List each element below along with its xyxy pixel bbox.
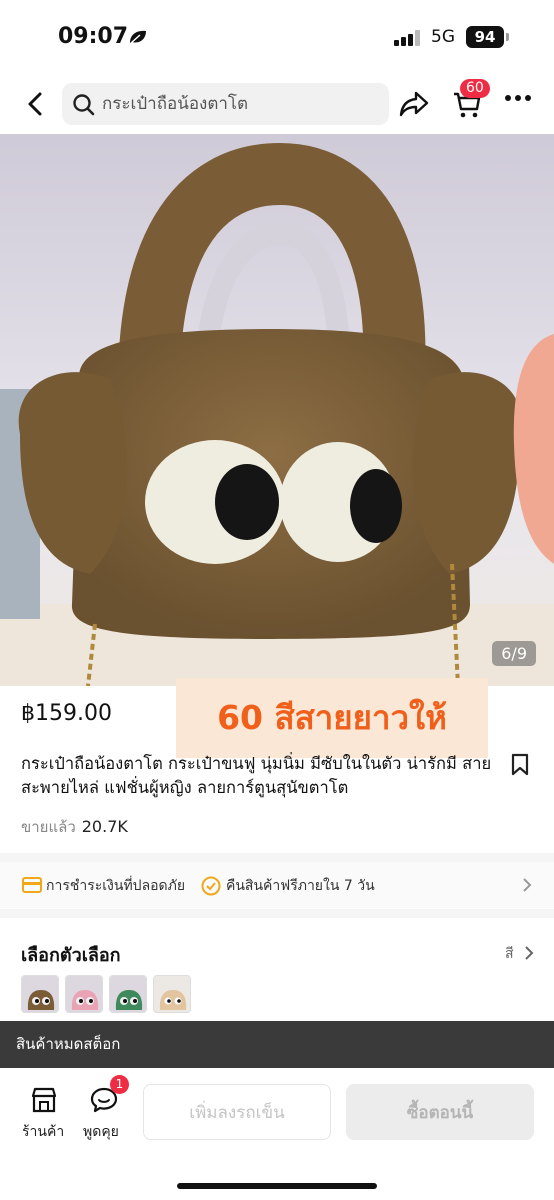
bag-thumbnail-icon — [66, 976, 102, 1012]
variant-swatch-pink[interactable] — [65, 975, 103, 1013]
product-price: ฿159.00 — [21, 701, 112, 726]
image-counter: 6/9 — [492, 641, 536, 666]
signal-icon — [394, 30, 420, 46]
out-of-stock-banner: สินค้าหมดสต็อก — [0, 1021, 554, 1068]
secure-payment-label: การชำระเงินที่ปลอดภัย — [46, 878, 186, 894]
chat-unread-badge: 1 — [110, 1075, 129, 1094]
promo-banner: 60 สีสายยาวให้ — [176, 678, 488, 758]
bag-thumbnail-icon — [154, 976, 190, 1012]
variant-swatch-green[interactable] — [109, 975, 147, 1013]
search-bar[interactable] — [62, 83, 389, 125]
bag-thumbnail-icon — [22, 976, 58, 1012]
bottom-action-bar: ร้านค้า 1 พูดคุย เพิ่มลงรถเข็น ซื้อตอนนี… — [0, 1068, 554, 1200]
add-to-cart-button[interactable]: เพิ่มลงรถเข็น — [143, 1084, 331, 1140]
status-time: 09:07 — [58, 24, 129, 49]
more-icon[interactable] — [504, 94, 532, 102]
variant-swatch-brown[interactable] — [21, 975, 59, 1013]
product-image[interactable]: 6/9 — [0, 134, 554, 686]
search-icon — [73, 94, 95, 116]
top-nav: 60 — [0, 74, 554, 134]
bag-thumbnail-icon — [110, 976, 146, 1012]
home-indicator — [177, 1183, 377, 1189]
sold-count: 20.7K — [81, 817, 128, 836]
section-divider — [0, 909, 554, 918]
bookmark-icon[interactable] — [510, 753, 530, 777]
chevron-right-icon — [523, 878, 532, 892]
shop-label[interactable]: ร้านค้า — [22, 1121, 64, 1143]
battery-indicator: 94 — [466, 26, 509, 48]
cart-count-badge: 60 — [460, 79, 490, 98]
payment-card-icon — [22, 877, 42, 893]
chat-label[interactable]: พูดคุย — [83, 1121, 119, 1143]
chevron-right-icon[interactable] — [524, 945, 534, 961]
variant-swatch-beige[interactable] — [153, 975, 191, 1013]
status-bar: 09:07 5G 94 — [0, 0, 554, 74]
options-color-label[interactable]: สี — [505, 943, 514, 965]
return-check-icon — [201, 876, 221, 896]
shop-icon[interactable] — [30, 1086, 58, 1114]
sold-info: ขายแล้ว 20.7K — [21, 815, 128, 839]
guarantee-row[interactable]: การชำระเงินที่ปลอดภัย คืนสินค้าฟรีภายใน … — [0, 862, 554, 908]
network-label: 5G — [431, 27, 455, 47]
buy-now-button[interactable]: ซื้อตอนนี้ — [346, 1084, 534, 1140]
search-input[interactable] — [102, 83, 382, 125]
product-photo-illustration — [0, 134, 554, 686]
sold-label: ขายแล้ว — [21, 818, 76, 836]
options-title: เลือกตัวเลือก — [21, 945, 121, 966]
section-divider — [0, 853, 554, 862]
free-return-label: คืนสินค้าฟรีภายใน 7 วัน — [226, 878, 375, 894]
leaf-icon — [130, 30, 146, 44]
share-icon[interactable] — [399, 90, 429, 118]
back-icon[interactable] — [22, 90, 50, 118]
product-title: กระเป๋าถือน้องตาโต กระเป๋าขนฟู นุ่มนิ่ม … — [21, 754, 492, 797]
